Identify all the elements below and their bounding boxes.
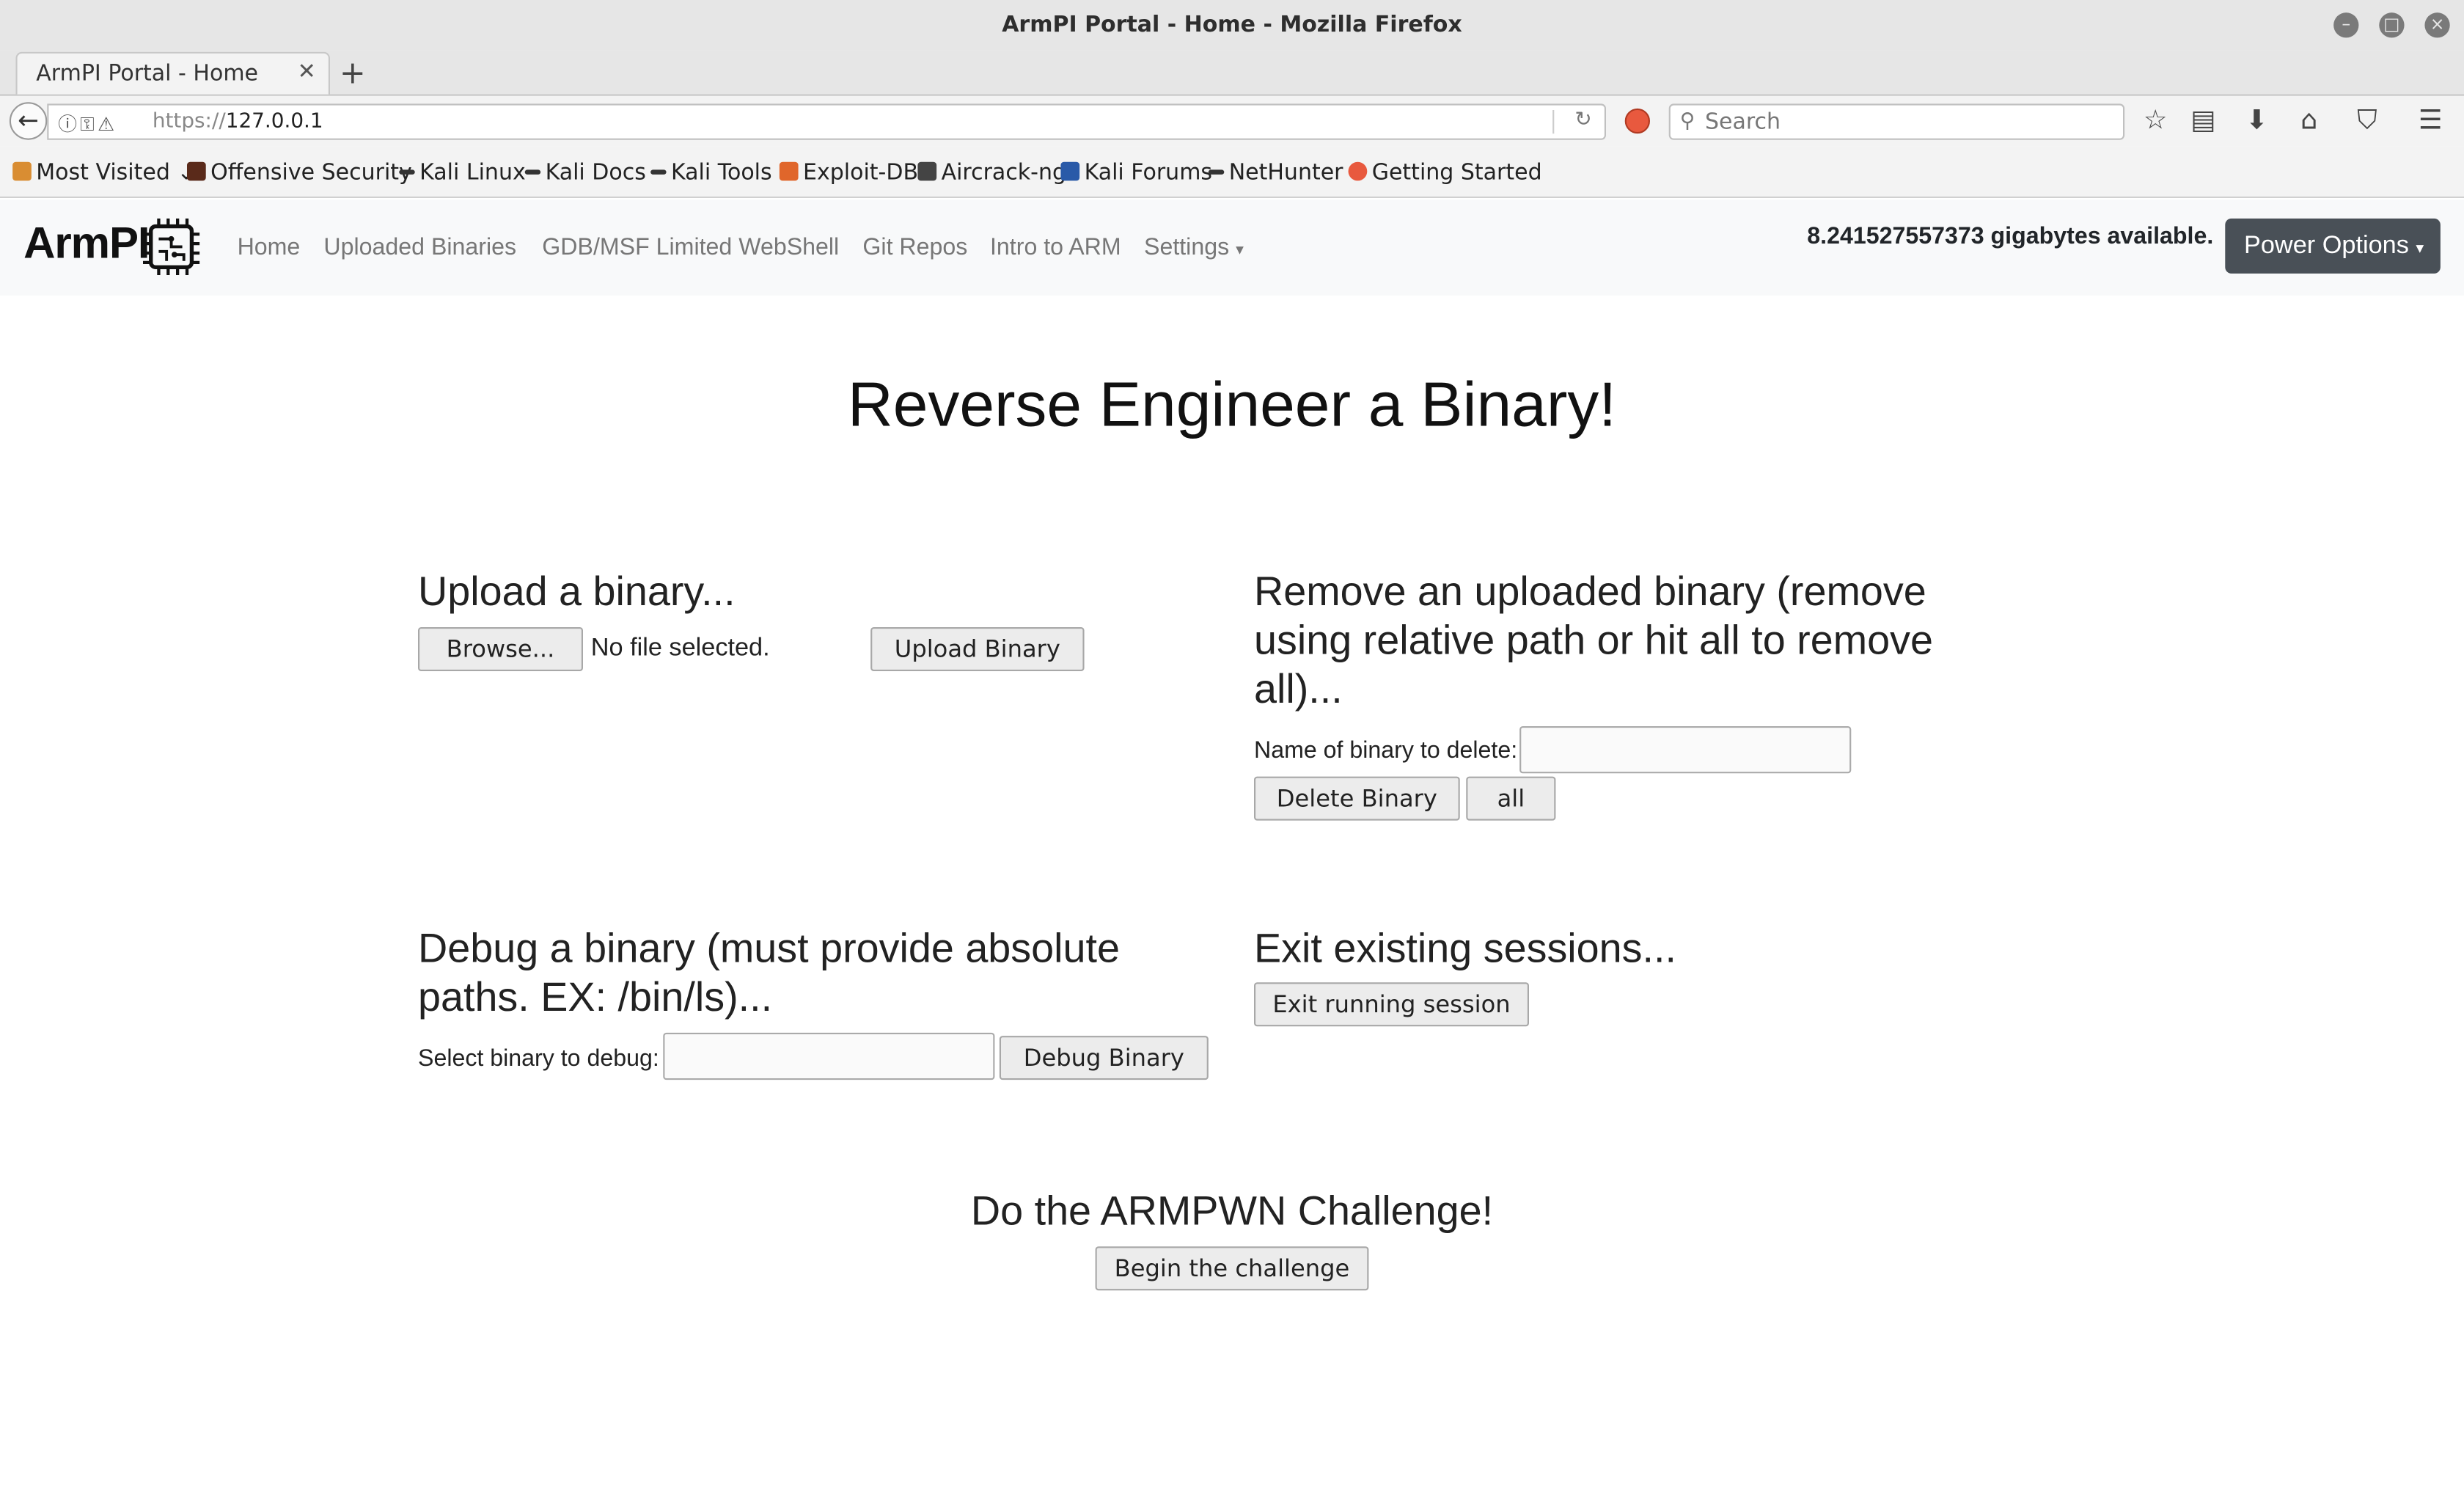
- bookmark-kali-linux[interactable]: Kali Linux: [399, 161, 526, 186]
- file-status: No file selected.: [590, 635, 770, 662]
- bookmark-exploit-db[interactable]: Exploit-DB: [779, 161, 918, 186]
- free-space-text: 8.241527557373 gigabytes available.: [1807, 223, 2214, 250]
- browser-window: ArmPI Portal - Home - Mozilla Firefox – …: [0, 0, 2464, 1503]
- exploit-db-icon: [779, 161, 799, 181]
- chip-logo-icon: [142, 218, 200, 275]
- page-title: Reverse Engineer a Binary!: [847, 370, 1617, 440]
- kali-icon: [524, 169, 541, 175]
- search-input[interactable]: ⚲ Search: [1668, 103, 2125, 140]
- bookmark-kali-docs[interactable]: Kali Docs: [524, 161, 646, 186]
- bookmark-nethunter[interactable]: NetHunter: [1208, 161, 1343, 186]
- bookmark-offensive-security[interactable]: Offensive Security: [186, 161, 412, 186]
- bookmarks-toolbar: Most Visited ⌄ Offensive Security Kali L…: [0, 146, 2464, 198]
- minimize-icon[interactable]: –: [2333, 12, 2359, 38]
- bookmark-getting-started[interactable]: Getting Started: [1348, 161, 1542, 186]
- delete-name-label: Name of binary to delete:: [1254, 736, 1518, 764]
- reload-icon[interactable]: ↻: [1574, 109, 1591, 132]
- kali-icon: [399, 169, 415, 175]
- caret-down-icon: ▾: [1236, 242, 1244, 260]
- folder-icon: [12, 161, 32, 181]
- nav-git-repos[interactable]: Git Repos: [862, 234, 967, 260]
- url-bar[interactable]: ⓘ⚿⚠ https://127.0.0.1 ↻: [47, 103, 1607, 140]
- browser-tab[interactable]: ArmPI Portal - Home ✕: [15, 51, 331, 95]
- bookmark-most-visited[interactable]: Most Visited ⌄: [12, 161, 196, 186]
- remove-heading: Remove an uploaded binary (remove using …: [1254, 567, 1933, 712]
- debug-binary-input[interactable]: [663, 1032, 995, 1080]
- tab-strip: ArmPI Portal - Home ✕ +: [0, 50, 2464, 96]
- menu-icon[interactable]: ☰: [2419, 106, 2443, 137]
- browse-button[interactable]: Browse...: [418, 627, 583, 671]
- maximize-icon[interactable]: □: [2379, 12, 2405, 38]
- tab-title: ArmPI Portal - Home: [36, 61, 258, 87]
- brand-logo[interactable]: ArmPI: [23, 219, 150, 269]
- firefox-icon: [1348, 161, 1368, 181]
- nav-intro-to-arm[interactable]: Intro to ARM: [990, 234, 1121, 260]
- close-window-icon[interactable]: ×: [2424, 12, 2450, 38]
- kali-icon: [650, 169, 667, 175]
- pocket-icon[interactable]: ⛉: [2357, 106, 2377, 137]
- kali-icon: [1208, 169, 1225, 175]
- window-title: ArmPI Portal - Home - Mozilla Firefox: [1002, 12, 1462, 38]
- offsec-icon: [186, 161, 206, 181]
- search-icon: ⚲: [1679, 108, 1695, 132]
- site-navbar: ArmPI Home Uploaded Binaries GDB/MSF Lim…: [0, 200, 2464, 296]
- nav-uploaded-binaries[interactable]: Uploaded Binaries: [323, 234, 516, 260]
- delete-name-input[interactable]: [1519, 725, 1852, 774]
- bookmark-kali-forums[interactable]: Kali Forums: [1060, 161, 1212, 186]
- download-icon[interactable]: ⬇: [2245, 106, 2268, 137]
- forums-icon: [1060, 161, 1080, 181]
- window-titlebar: ArmPI Portal - Home - Mozilla Firefox – …: [0, 0, 2464, 51]
- exit-session-button[interactable]: Exit running session: [1254, 982, 1529, 1027]
- delete-all-button[interactable]: all: [1466, 776, 1556, 821]
- home-icon[interactable]: ⌂: [2300, 106, 2317, 137]
- challenge-heading: Do the ARMPWN Challenge!: [970, 1186, 1494, 1235]
- aircrack-icon: [917, 161, 937, 181]
- nav-home[interactable]: Home: [238, 234, 301, 260]
- upload-binary-button[interactable]: Upload Binary: [870, 627, 1085, 671]
- bookmark-star-icon[interactable]: ☆: [2144, 106, 2168, 137]
- power-options-button[interactable]: Power Options ▾: [2225, 218, 2441, 274]
- ublock-icon[interactable]: [1624, 108, 1650, 134]
- new-tab-icon[interactable]: +: [340, 54, 366, 91]
- url-text[interactable]: https://127.0.0.1: [153, 110, 323, 134]
- bookmark-kali-tools[interactable]: Kali Tools: [650, 161, 772, 186]
- search-placeholder: Search: [1705, 110, 1781, 136]
- debug-binary-button[interactable]: Debug Binary: [999, 1036, 1209, 1080]
- caret-down-icon: ▾: [2416, 240, 2424, 258]
- debug-heading: Debug a binary (must provide absolute pa…: [418, 924, 1120, 1020]
- nav-settings-dropdown[interactable]: Settings ▾: [1144, 234, 1244, 260]
- bookmark-aircrack-ng[interactable]: Aircrack-ng: [917, 161, 1066, 186]
- nav-gdb-msf-webshell[interactable]: GDB/MSF Limited WebShell: [542, 234, 839, 260]
- library-icon[interactable]: ▤: [2190, 106, 2215, 137]
- back-arrow-icon[interactable]: ←: [9, 102, 48, 140]
- begin-challenge-button[interactable]: Begin the challenge: [1095, 1246, 1369, 1291]
- delete-binary-button[interactable]: Delete Binary: [1254, 776, 1460, 821]
- tab-close-icon[interactable]: ✕: [298, 59, 316, 84]
- exit-heading: Exit existing sessions...: [1254, 924, 1676, 972]
- upload-heading: Upload a binary...: [418, 567, 736, 615]
- site-info-icon[interactable]: ⓘ⚿⚠: [58, 110, 117, 136]
- navigation-toolbar: ← ⓘ⚿⚠ https://127.0.0.1 ↻ ⚲ Search ☆ ▤ ⬇…: [0, 95, 2464, 147]
- debug-select-label: Select binary to debug:: [418, 1045, 659, 1072]
